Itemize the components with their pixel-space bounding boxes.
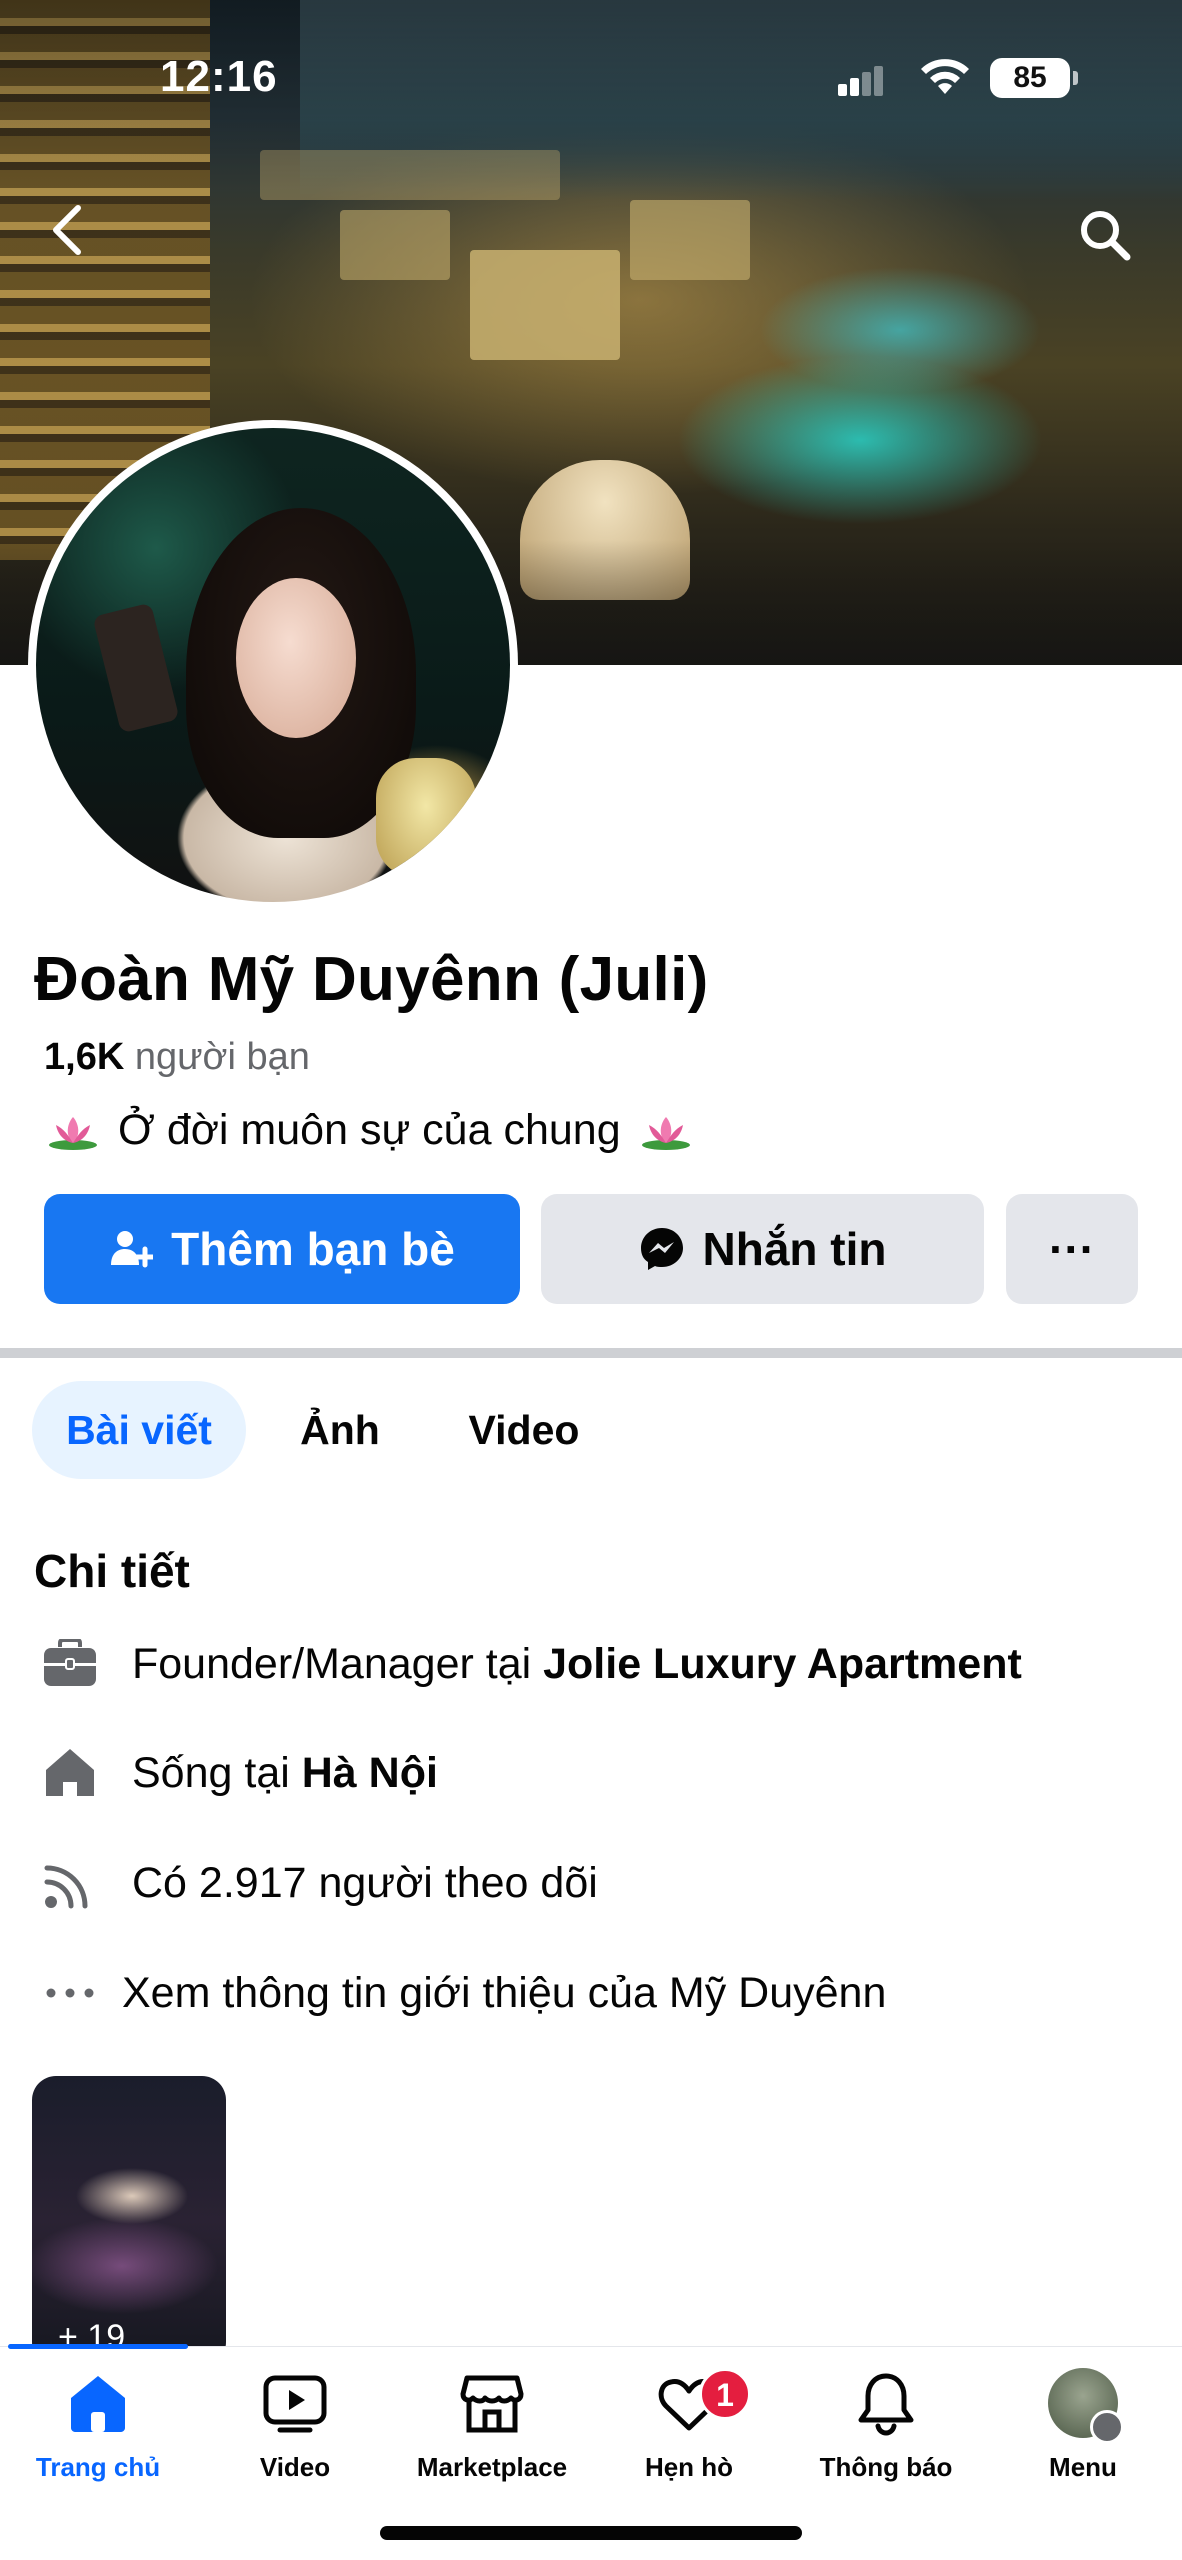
lives-place-link[interactable]: Hà Nội [302, 1749, 438, 1797]
detail-see-about[interactable]: Xem thông tin giới thiệu của Mỹ Duyênn [0, 1953, 1182, 2033]
followers-rss-icon [40, 1853, 100, 1913]
nav-video-label: Video [259, 2452, 331, 2482]
details-title: Chi tiết [34, 1545, 190, 1597]
marketplace-icon [460, 2375, 524, 2433]
tab-photos[interactable]: Ảnh [278, 1381, 402, 1479]
detail-lives-text: Sống tại Hà Nội [132, 1749, 438, 1798]
menu-lines-icon [1090, 2410, 1124, 2444]
profile-avatar[interactable] [36, 428, 510, 902]
add-friend-label: Thêm bạn bè [171, 1223, 455, 1275]
bell-icon [858, 2373, 914, 2436]
lotus-emoji-icon [641, 1116, 690, 1150]
message-button[interactable]: Nhắn tin [541, 1194, 984, 1304]
detail-work-text: Founder/Manager tại Jolie Luxury Apartme… [132, 1640, 1022, 1689]
cellular-signal-icon [838, 66, 883, 96]
profile-bio: Ở đời muôn sự của chung [46, 1106, 693, 1155]
tab-video[interactable]: Video [448, 1381, 600, 1479]
avatar-phone [92, 602, 180, 734]
followers-text: Có 2.917 người theo dõi [132, 1858, 598, 1907]
nav-home[interactable]: Trang chủ [0, 2368, 198, 2508]
nav-menu[interactable]: Menu [983, 2368, 1182, 2508]
add-friend-icon [111, 1231, 154, 1268]
nav-marketplace-label: Marketplace [416, 2452, 568, 2482]
friends-label: người bạn [124, 1036, 310, 1078]
home-indicator [380, 2526, 802, 2540]
cover-villa [630, 200, 750, 280]
more-dots-icon [40, 1963, 100, 2023]
tab-posts[interactable]: Bài viết [32, 1381, 246, 1479]
status-bar: 12:16 85 [0, 0, 1182, 150]
add-friend-button[interactable]: Thêm bạn bè [44, 1194, 520, 1304]
search-icon[interactable] [1075, 205, 1135, 265]
message-label: Nhắn tin [702, 1223, 887, 1275]
detail-lives[interactable]: Sống tại Hà Nội [0, 1733, 1182, 1813]
battery-icon: 85 [990, 58, 1078, 98]
avatar-face [236, 578, 356, 738]
menu-avatar-icon [1048, 2368, 1124, 2444]
avatar-drink [376, 758, 476, 878]
home-icon [71, 2376, 125, 2432]
briefcase-icon [40, 1634, 100, 1694]
section-divider [0, 1348, 1182, 1358]
profile-name: Đoàn Mỹ Duyênn (Juli) [34, 945, 709, 1014]
detail-followers[interactable]: Có 2.917 người theo dõi [0, 1843, 1182, 1923]
nav-notifications[interactable]: Thông báo [786, 2368, 986, 2508]
nav-dating[interactable]: 1 Hẹn hò [589, 2368, 789, 2508]
nav-video[interactable]: Video [195, 2368, 395, 2508]
nav-marketplace[interactable]: Marketplace [392, 2368, 592, 2508]
bio-text: Ở đời muôn sự của chung [118, 1106, 621, 1154]
more-options-icon: ··· [1049, 1223, 1095, 1275]
work-prefix: Founder/Manager tại [132, 1639, 544, 1688]
cover-villa [340, 210, 450, 280]
more-options-button[interactable]: ··· [1006, 1194, 1138, 1304]
cover-villa [470, 250, 620, 360]
nav-home-label: Trang chủ [35, 2452, 161, 2482]
friends-count-link[interactable]: 1,6K người bạn [44, 1036, 310, 1079]
detail-work[interactable]: Founder/Manager tại Jolie Luxury Apartme… [0, 1624, 1182, 1704]
nav-menu-label: Menu [1049, 2452, 1117, 2482]
dating-badge: 1 [699, 2368, 751, 2420]
friends-count: 1,6K [44, 1036, 125, 1078]
messenger-icon [640, 1228, 683, 1270]
lotus-emoji-icon [49, 1116, 97, 1150]
wifi-icon [921, 59, 969, 94]
nav-notifications-label: Thông báo [819, 2452, 953, 2482]
lives-prefix: Sống tại [132, 1748, 302, 1797]
nav-dating-label: Hẹn hò [644, 2452, 734, 2482]
nav-active-indicator [8, 2344, 188, 2349]
back-icon[interactable] [44, 200, 88, 260]
home-location-icon [40, 1743, 100, 1803]
see-about-text: Xem thông tin giới thiệu của Mỹ Duyênn [122, 1968, 887, 2017]
video-icon [263, 2375, 327, 2433]
work-place-link[interactable]: Jolie Luxury Apartment [543, 1640, 1022, 1688]
status-time: 12:16 [160, 52, 278, 101]
